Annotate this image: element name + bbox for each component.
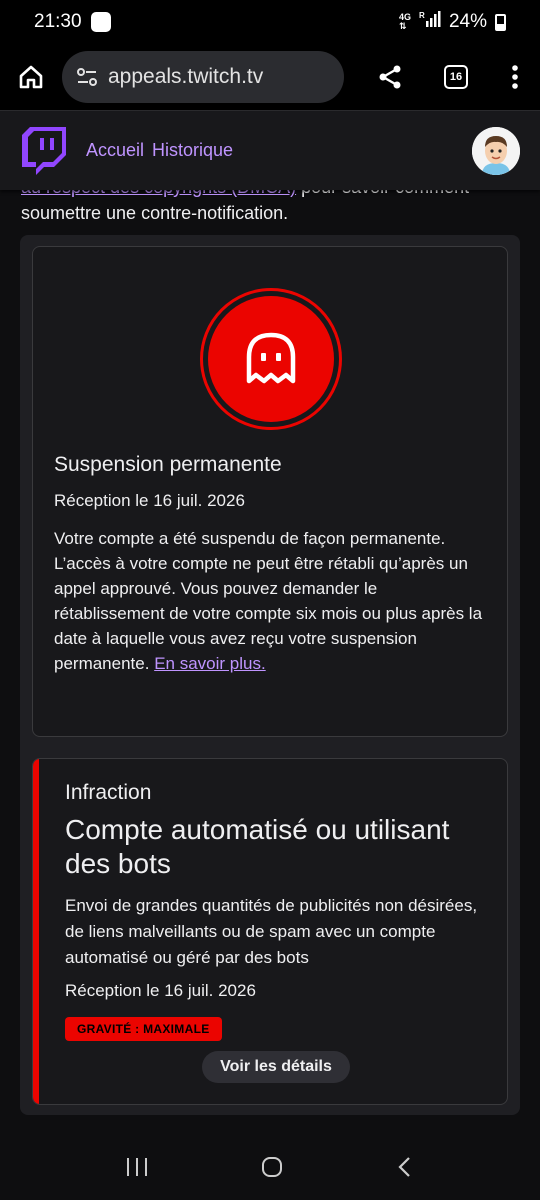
ghost-icon <box>246 332 296 384</box>
battery-icon <box>495 13 506 31</box>
nav-link-home[interactable]: Accueil <box>86 140 144 161</box>
site-settings-icon[interactable] <box>76 66 98 88</box>
url-text: appeals.twitch.tv <box>108 65 264 88</box>
view-details-button[interactable]: Voir les détails <box>202 1051 350 1083</box>
suspension-title: Suspension permanente <box>54 453 282 476</box>
status-bar: 21:30 4G ⇅ R 24% <box>0 0 540 44</box>
signal-icon: R <box>419 10 441 34</box>
battery-percent: 24% <box>448 11 487 32</box>
suspension-badge <box>200 288 342 430</box>
home-button[interactable] <box>0 44 62 110</box>
twitch-logo-icon <box>22 126 66 175</box>
tab-switcher-button[interactable]: 16 <box>422 44 490 110</box>
home-icon <box>19 65 43 89</box>
share-button[interactable] <box>358 44 422 110</box>
suspension-date: Réception le 16 juil. 2026 <box>54 491 245 510</box>
browser-menu-button[interactable] <box>490 44 540 110</box>
severity-badge: GRAVITÉ : MAXIMALE <box>65 1017 222 1041</box>
suspension-body: Votre compte a été suspendu de façon per… <box>54 529 483 673</box>
home-nav-icon[interactable] <box>260 1155 284 1179</box>
share-icon <box>379 65 401 89</box>
twitch-logo[interactable] <box>22 126 66 175</box>
more-vertical-icon <box>512 65 518 89</box>
appeals-panel: Suspension permanente Réception le 16 ju… <box>20 235 520 1115</box>
status-time: 21:30 <box>34 11 82 32</box>
recent-apps-icon[interactable] <box>125 1156 149 1178</box>
user-avatar[interactable] <box>472 126 520 175</box>
network-type-icon: 4G ⇅ <box>398 12 411 31</box>
avatar-icon <box>472 126 520 175</box>
tab-count: 16 <box>444 65 468 89</box>
browser-toolbar: appeals.twitch.tv 16 <box>0 44 540 110</box>
address-bar[interactable]: appeals.twitch.tv <box>62 51 344 103</box>
system-nav-bar <box>0 1134 540 1200</box>
back-icon[interactable] <box>395 1155 415 1179</box>
infraction-label: Infraction <box>65 781 152 804</box>
infraction-date: Réception le 16 juil. 2026 <box>65 981 256 1000</box>
status-icons: 4G ⇅ R 24% <box>399 10 506 34</box>
site-header: Accueil Historique <box>0 110 540 190</box>
roaming-indicator: R <box>419 11 425 20</box>
infraction-description: Envoi de grandes quantités de publicités… <box>65 896 478 967</box>
severity-stripe <box>33 759 39 1104</box>
learn-more-link[interactable]: En savoir plus. <box>154 654 266 673</box>
nav-link-history[interactable]: Historique <box>152 140 233 161</box>
suspension-card: Suspension permanente Réception le 16 ju… <box>32 246 508 737</box>
notification-icon <box>90 12 111 32</box>
infraction-card: Infraction Compte automatisé ou utilisan… <box>32 758 508 1105</box>
infraction-title: Compte automatisé ou utilisant des bots <box>65 814 450 879</box>
